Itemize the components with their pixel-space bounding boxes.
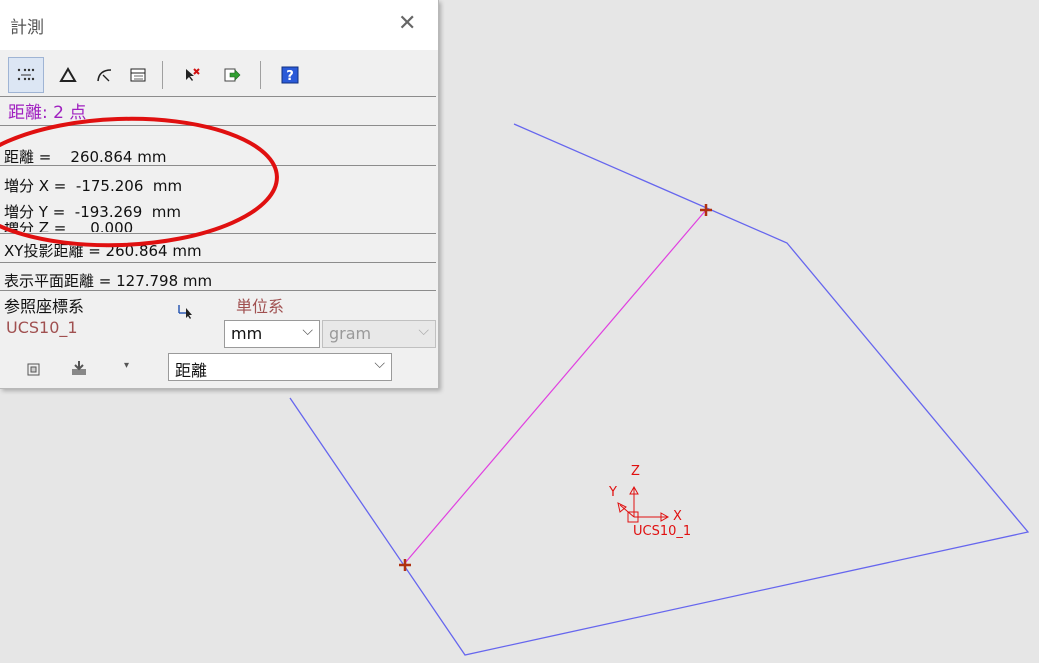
annotation-ellipse	[0, 116, 279, 248]
annotation-overlay	[0, 116, 279, 248]
